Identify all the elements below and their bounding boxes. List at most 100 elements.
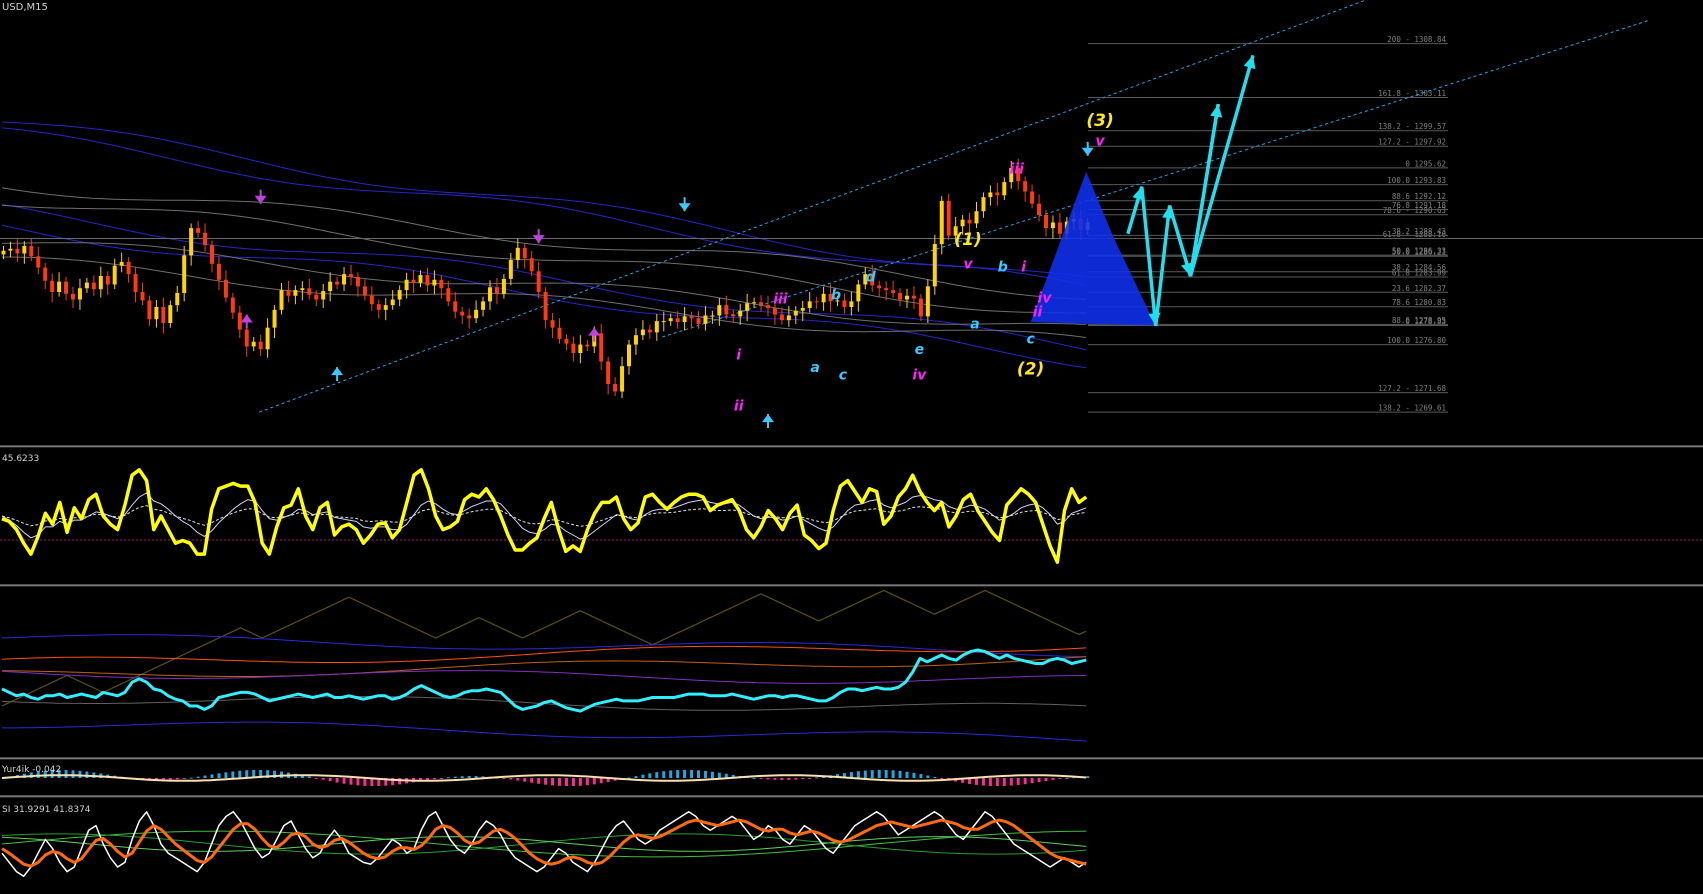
wave-label: i <box>736 348 741 364</box>
candle-body <box>967 219 972 224</box>
candle-body <box>376 304 381 310</box>
candle-body <box>599 333 604 362</box>
candle-body <box>501 278 506 294</box>
wave-label: c <box>839 367 848 383</box>
histogram-bar <box>905 771 909 778</box>
candle-body <box>161 307 166 323</box>
chart-symbol-label: USD,M15 <box>2 2 48 13</box>
candle-body <box>800 307 805 311</box>
candle-body <box>307 288 312 295</box>
histogram-bar <box>787 778 791 780</box>
candle-body <box>960 219 965 227</box>
wave-label: e <box>915 342 925 358</box>
rsi-label: SI 31.9291 41.8374 <box>2 805 91 815</box>
candle-body <box>738 310 743 317</box>
wave-label: v <box>963 257 973 273</box>
histogram-bar <box>217 773 221 778</box>
candle-body <box>557 327 562 339</box>
wave-label: iii <box>773 291 788 307</box>
candle-body <box>467 315 472 319</box>
candle-body <box>647 329 652 333</box>
histogram-bar <box>231 771 235 778</box>
fib-level-label: 61.8 1283.99 <box>1392 269 1446 278</box>
histogram-bar <box>863 770 867 778</box>
candle-body <box>355 276 360 287</box>
candle-body <box>946 200 951 236</box>
candle-body <box>1030 191 1035 204</box>
candle-body <box>640 329 645 336</box>
candle-body <box>772 307 777 315</box>
candle-body <box>974 211 979 224</box>
histogram-bar <box>801 778 805 780</box>
fib-level-label: 200 - 1308.84 <box>1387 35 1446 44</box>
histogram-bar <box>78 770 82 778</box>
wave-label: (2) <box>1017 360 1044 380</box>
histogram-bar <box>912 772 916 778</box>
histogram-bar <box>891 770 895 778</box>
candle-body <box>613 384 618 392</box>
candle-body <box>508 260 513 279</box>
candle-body <box>536 271 541 292</box>
histogram-bar <box>516 778 520 781</box>
candle-body <box>328 281 333 292</box>
candle-body <box>397 290 402 300</box>
histogram-bar <box>1086 776 1090 778</box>
candle-body <box>1037 203 1042 215</box>
histogram-bar <box>196 776 200 778</box>
osc1-value-label: 45.6233 <box>2 454 39 464</box>
histogram-bar <box>1051 778 1055 780</box>
candle-body <box>272 309 277 328</box>
candle-body <box>877 285 882 289</box>
candle-body <box>91 282 96 290</box>
fib-level-label: 23.6 1282.37 <box>1392 284 1446 293</box>
histogram-bar <box>1009 778 1013 786</box>
candle-body <box>175 292 180 306</box>
histogram-label: Yur4ik -0.042 <box>1 765 61 775</box>
candle-body <box>779 314 784 321</box>
histogram-bar <box>780 778 784 780</box>
candle-body <box>481 301 486 310</box>
histogram-bar <box>432 778 436 780</box>
candle-body <box>77 288 82 300</box>
fib-level-label: 100.0 1276.80 <box>1387 336 1446 345</box>
candle-body <box>196 228 201 233</box>
histogram-bar <box>683 769 687 778</box>
histogram-bar <box>710 771 714 778</box>
wave-label: iv <box>912 367 927 383</box>
histogram-bar <box>71 770 75 778</box>
fib-level-label: 50.0 1286.21 <box>1392 248 1446 257</box>
candle-body <box>216 263 221 280</box>
histogram-bar <box>759 778 763 779</box>
candle-body <box>759 302 764 306</box>
histogram-bar <box>690 769 694 778</box>
histogram-bar <box>592 778 596 785</box>
wave-label: ii <box>1033 304 1043 320</box>
candle-body <box>362 286 367 296</box>
candle-body <box>203 232 208 246</box>
candle-body <box>300 288 305 291</box>
histogram-bar <box>307 776 311 778</box>
fib-level-label: 138.2 - 1269.61 <box>1378 404 1446 413</box>
histogram-bar <box>509 778 513 780</box>
histogram-bar <box>551 778 555 786</box>
wave-label: iii <box>1009 162 1024 178</box>
candle-body <box>842 300 847 308</box>
candle-body <box>675 318 680 323</box>
histogram-bar <box>1023 778 1027 785</box>
candle-body <box>724 305 729 315</box>
histogram-bar <box>453 776 457 778</box>
histogram-bar <box>766 778 770 780</box>
candle-body <box>821 293 826 303</box>
candle-body <box>1044 214 1048 229</box>
histogram-bar <box>523 778 527 782</box>
histogram-bar <box>648 773 652 778</box>
candle-body <box>918 298 923 317</box>
histogram-bar <box>752 777 756 779</box>
candle-body <box>515 247 520 261</box>
candle-body <box>988 192 993 198</box>
candle-body <box>390 299 395 306</box>
candle-body <box>543 291 548 321</box>
candle-body <box>321 291 326 300</box>
candle-body <box>439 279 444 289</box>
candle-body <box>606 361 611 385</box>
